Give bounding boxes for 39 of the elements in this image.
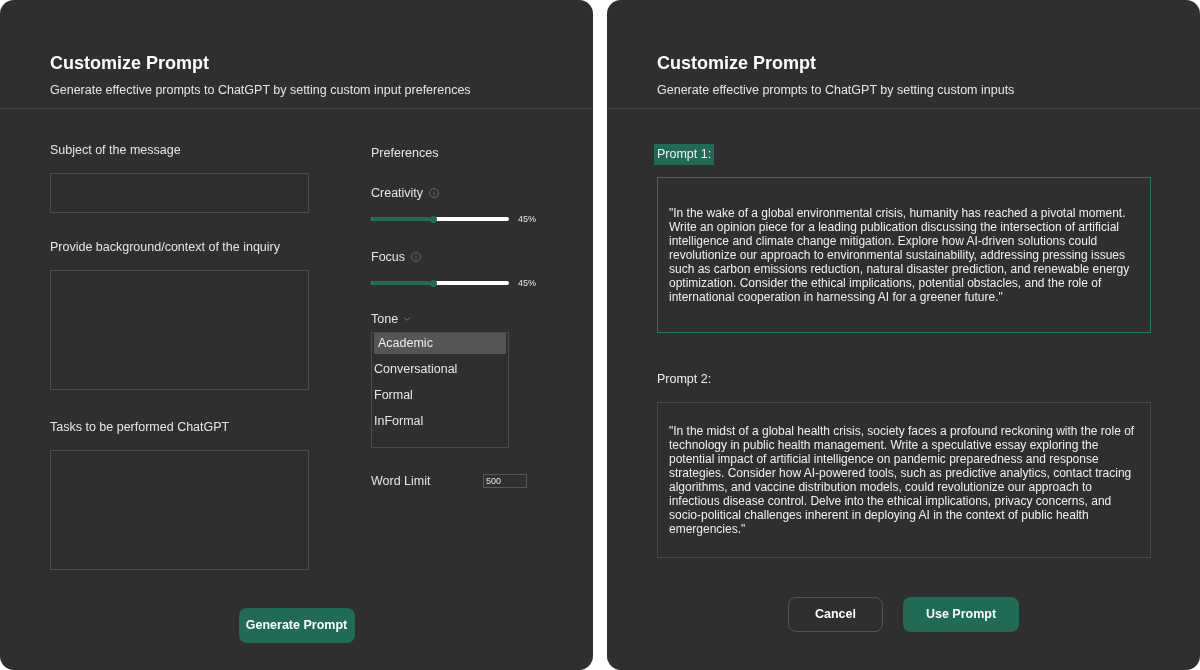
field-label: Provide background/context of the inquiry <box>50 239 281 255</box>
dialog-title: Customize Prompt <box>50 52 210 74</box>
use-prompt-button[interactable]: Use Prompt <box>903 597 1019 632</box>
input-field[interactable] <box>50 173 309 213</box>
prompt-card[interactable] <box>657 402 1151 558</box>
dialog-subtitle: Generate effective prompts to ChatGPT by setting custom input preferences <box>50 82 472 98</box>
prompt-text: "In the midst of a global health crisis, society faces a profound reckoning with the role of technology in public health management. Write a speculative essay exploring the potential impact of artificial intelligence on pandemic preparedness and response strategies. Consider how AI-powered tools, such as predictive analytics, contact tracing algorithms, and vaccine distribution models, could revolutionize our approach to infectious disease control. Delve into the ethical implications, privacy concerns, and socio-political challenges inherent in deploying AI in the context of public health emergencies." <box>669 424 1136 536</box>
dialog-subtitle: Generate effective prompts to ChatGPT by setting custom inputs <box>657 82 1016 98</box>
slider-value: 45% <box>518 277 536 289</box>
field-label: Tasks to be performed ChatGPT <box>50 419 231 435</box>
tone-option[interactable]: Academic <box>374 333 506 354</box>
dialog-title: Customize Prompt <box>657 52 817 74</box>
slider-label: Focus <box>371 249 406 265</box>
prompt-text: "In the wake of a global environmental crisis, humanity has reached a pivotal moment. Write an opinion piece for a leading publication discussing the intersection of artificial intelligence and climate change mitigation. Explore how AI-driven solutions could revolutionize our approach to environmental sustainability, addressing pressing issues such as carbon emissions reduction, natural disaster prediction, and renewable energy optimization. Consider the ethical implications, potential obstacles, and the role of international cooperation in harnessing AI for a greener future." <box>669 206 1131 304</box>
generate-prompt-button[interactable]: Generate Prompt <box>238 608 355 643</box>
slider-track[interactable] <box>371 279 509 287</box>
slider-label: Creativity <box>371 185 424 201</box>
tone-option[interactable]: Conversational <box>372 359 508 380</box>
info-icon[interactable] <box>411 252 422 262</box>
field-label: Subject of the message <box>50 142 182 158</box>
slider-value: 45% <box>518 213 536 225</box>
word-limit-label: Word Limit <box>371 473 432 489</box>
prompt-label[interactable]: Prompt 2: <box>657 369 712 390</box>
slider-handle[interactable] <box>429 279 437 287</box>
tone-label: Tone <box>371 311 399 327</box>
tone-option[interactable]: InFormal <box>372 411 508 432</box>
tone-option[interactable]: Formal <box>372 385 508 406</box>
cancel-button[interactable]: Cancel <box>788 597 883 632</box>
tone-listbox[interactable]: Academic Conversational Formal InFormal <box>371 332 509 448</box>
textarea-field[interactable] <box>50 270 309 390</box>
info-icon[interactable] <box>429 188 440 198</box>
slider-handle[interactable] <box>429 215 437 223</box>
chevron-down-icon[interactable] <box>402 314 413 324</box>
prompt-card[interactable] <box>657 177 1151 333</box>
preferences-heading: Preferences <box>371 145 440 161</box>
slider-track[interactable] <box>371 215 509 223</box>
word-limit-field[interactable]: 500 <box>483 474 527 488</box>
prompt-label[interactable]: Prompt 1: <box>654 144 715 165</box>
textarea-field[interactable] <box>50 450 309 570</box>
